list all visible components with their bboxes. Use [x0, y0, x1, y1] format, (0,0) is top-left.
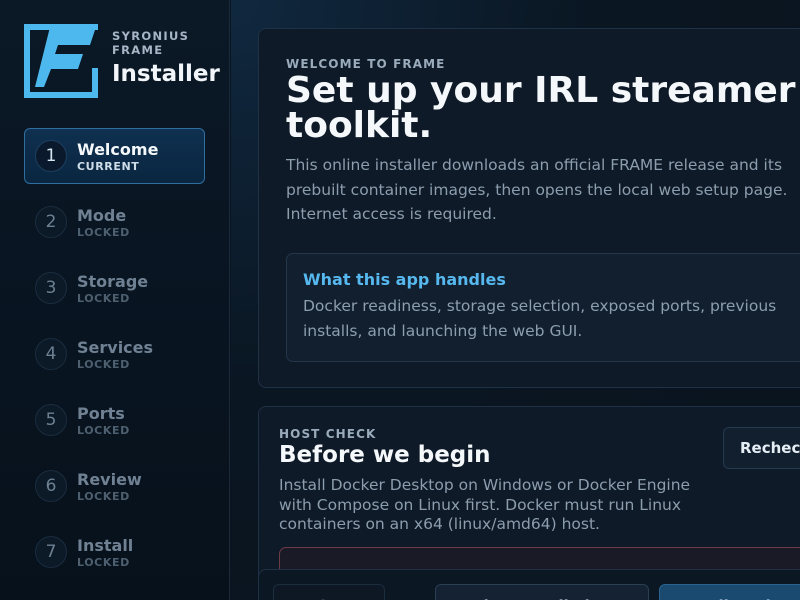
host-check-title: Before we begin — [279, 442, 491, 468]
step-label: Storage — [77, 272, 149, 291]
step-status: LOCKED — [77, 424, 130, 437]
step-status: LOCKED — [77, 490, 130, 503]
step-number: 7 — [35, 536, 67, 568]
brand-subtitle: SYRONIUS FRAME — [112, 29, 190, 57]
app-handles-panel: What this app handles Docker readiness, … — [286, 253, 800, 362]
install-docker-button[interactable]: Install Docker — [659, 584, 800, 600]
step-label: Ports — [77, 404, 125, 423]
sidebar: SYRONIUS FRAME Installer 1 Welcome CURRE… — [0, 0, 230, 600]
welcome-card: WELCOME TO FRAME Set up your IRL streame… — [258, 28, 800, 388]
step-welcome[interactable]: 1 Welcome CURRENT — [24, 128, 205, 184]
app-handles-title: What this app handles — [303, 270, 506, 289]
brand-title: Installer — [112, 61, 220, 87]
step-number: 5 — [35, 404, 67, 436]
step-list: 1 Welcome CURRENT 2 Mode LOCKED 3 Storag… — [24, 128, 205, 590]
step-number: 1 — [35, 140, 67, 172]
welcome-description: This online installer downloads an offic… — [286, 156, 788, 223]
app-handles-text: Docker readiness, storage selection, exp… — [303, 297, 777, 340]
step-label: Welcome — [77, 140, 159, 159]
step-services[interactable]: 4 Services LOCKED — [24, 326, 205, 382]
step-number: 3 — [35, 272, 67, 304]
installer-window: SYRONIUS FRAME Installer 1 Welcome CURRE… — [0, 0, 800, 600]
step-install[interactable]: 7 Install LOCKED — [24, 524, 205, 580]
step-mode[interactable]: 2 Mode LOCKED — [24, 194, 205, 250]
host-check-description: Install Docker Desktop on Windows or Doc… — [279, 476, 691, 533]
step-number: 6 — [35, 470, 67, 502]
welcome-eyebrow: WELCOME TO FRAME — [286, 57, 446, 71]
back-button[interactable]: Back — [273, 584, 385, 600]
step-review[interactable]: 6 Review LOCKED — [24, 458, 205, 514]
host-check-card: HOST CHECK Before we begin Install Docke… — [258, 406, 800, 586]
frame-f-logo-icon — [24, 24, 98, 98]
step-number: 2 — [35, 206, 67, 238]
footer-action-bar: Back Docker Installed Image Install Dock… — [258, 569, 800, 600]
main-content[interactable]: WELCOME TO FRAME Set up your IRL streame… — [231, 0, 800, 600]
step-label: Services — [77, 338, 154, 357]
step-storage[interactable]: 3 Storage LOCKED — [24, 260, 205, 316]
step-status: LOCKED — [77, 556, 130, 569]
step-status: LOCKED — [77, 292, 130, 305]
step-label: Mode — [77, 206, 127, 225]
step-status: CURRENT — [77, 160, 140, 173]
host-check-eyebrow: HOST CHECK — [279, 427, 377, 441]
step-number: 4 — [35, 338, 67, 370]
step-status: LOCKED — [77, 358, 130, 371]
docker-installed-button[interactable]: Docker Installed Image — [435, 584, 649, 600]
step-label: Install — [77, 536, 134, 555]
page-title: Set up your IRL streamer toolkit. — [286, 70, 796, 146]
recheck-button[interactable]: Recheck — [723, 427, 800, 469]
step-ports[interactable]: 5 Ports LOCKED — [24, 392, 205, 448]
step-status: LOCKED — [77, 226, 130, 239]
step-label: Review — [77, 470, 142, 489]
brand: SYRONIUS FRAME Installer — [24, 22, 224, 100]
